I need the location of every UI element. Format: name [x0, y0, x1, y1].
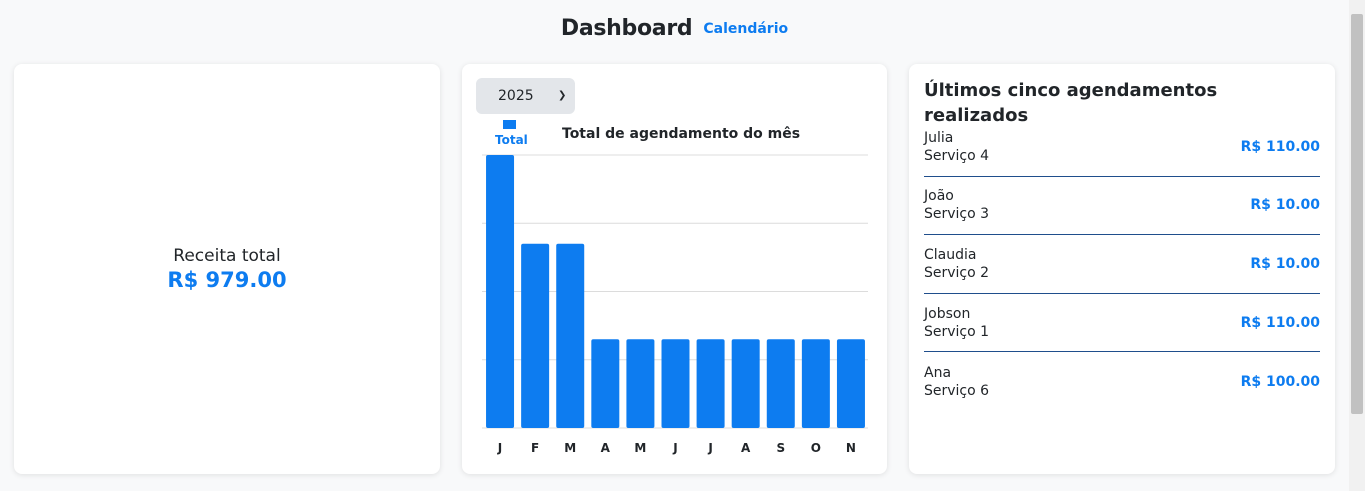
chart-bar[interactable] [801, 339, 830, 428]
price: R$ 110.00 [1240, 138, 1320, 155]
chart-bar[interactable] [626, 339, 655, 428]
service-name: Serviço 6 [924, 382, 990, 399]
chart-bar[interactable] [521, 243, 550, 428]
list-item: Ana Serviço 6 R$ 100.00 [924, 352, 1320, 411]
x-tick-label: O [811, 441, 821, 455]
x-tick-label: N [846, 441, 856, 455]
client-name: Julia [924, 129, 954, 146]
revenue-label: Receita total [173, 246, 281, 266]
x-tick-label: M [564, 441, 576, 455]
service-name: Serviço 2 [924, 264, 990, 281]
service-name: Serviço 3 [924, 206, 990, 223]
appointments-list: Julia Serviço 4 R$ 110.00 João Serviço 3… [924, 118, 1320, 411]
revenue-card: Receita total R$ 979.00 [14, 64, 440, 474]
x-tick-label: F [531, 441, 539, 455]
scrollbar-thumb[interactable] [1351, 14, 1363, 414]
bar-chart: JFMAMJJASON [482, 154, 868, 455]
list-item: Jobson Serviço 1 R$ 110.00 [924, 294, 1320, 353]
service-name: Serviço 1 [924, 323, 990, 340]
chart-bar[interactable] [731, 339, 760, 428]
chart-bar[interactable] [836, 339, 865, 428]
top-bar: Dashboard Calendário [0, 0, 1349, 56]
calendar-link[interactable]: Calendário [703, 21, 788, 37]
x-tick-label: S [776, 441, 785, 455]
revenue-value: R$ 979.00 [167, 268, 287, 292]
price: R$ 10.00 [1250, 197, 1320, 214]
list-item: Claudia Serviço 2 R$ 10.00 [924, 235, 1320, 294]
price: R$ 10.00 [1250, 255, 1320, 272]
chart-bar[interactable] [696, 339, 725, 428]
chart-bar[interactable] [766, 339, 795, 428]
service-name: Serviço 4 [924, 147, 990, 164]
price: R$ 110.00 [1240, 314, 1320, 331]
x-tick-label: J [672, 441, 677, 455]
client-name: Jobson [924, 305, 971, 322]
scrollbar[interactable] [1349, 0, 1365, 491]
x-tick-label: A [601, 441, 611, 455]
client-name: João [924, 188, 954, 205]
client-name: Ana [924, 364, 952, 381]
chart-bar[interactable] [486, 155, 515, 428]
x-tick-label: M [634, 441, 646, 455]
price: R$ 100.00 [1240, 373, 1320, 390]
client-name: Claudia [924, 246, 977, 263]
page-title: Dashboard [560, 15, 693, 41]
chart-bar[interactable] [661, 339, 690, 428]
x-tick-label: J [497, 441, 502, 455]
appointments-card: Últimos cinco agendamentos realizados Ju… [909, 64, 1335, 474]
appointments-title: Últimos cinco agendamentos realizados [924, 80, 1218, 126]
chart-bar[interactable] [591, 339, 620, 428]
chart-bar[interactable] [556, 243, 585, 428]
x-tick-label: J [707, 441, 712, 455]
chart-card: 2025 ❯ Total Total de agendamento do mês… [462, 64, 887, 474]
list-item: João Serviço 3 R$ 10.00 [924, 177, 1320, 236]
x-tick-label: A [741, 441, 751, 455]
